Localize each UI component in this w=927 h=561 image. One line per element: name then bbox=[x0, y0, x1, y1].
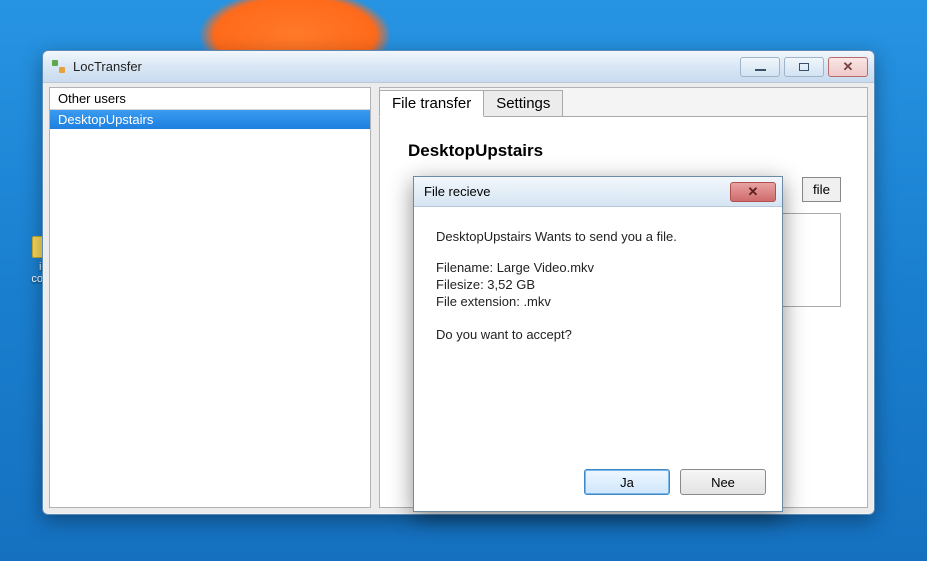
tab-settings[interactable]: Settings bbox=[483, 90, 563, 117]
close-button[interactable]: ✕ bbox=[828, 57, 868, 77]
sidebar-header: Other users bbox=[50, 88, 370, 110]
choose-file-label: file bbox=[813, 182, 830, 197]
close-icon: ✕ bbox=[748, 184, 759, 200]
file-receive-dialog: File recieve ✕ DesktopUpstairs Wants to … bbox=[413, 176, 783, 512]
peer-heading: DesktopUpstairs bbox=[408, 141, 839, 161]
filesize-label: Filesize: bbox=[436, 277, 487, 292]
tab-label: File transfer bbox=[392, 95, 471, 112]
yes-button[interactable]: Ja bbox=[584, 469, 670, 495]
dialog-title: File recieve bbox=[424, 184, 730, 199]
ext-value: .mkv bbox=[523, 294, 550, 309]
window-controls: ✕ bbox=[740, 57, 868, 77]
dialog-buttons: Ja Nee bbox=[414, 459, 782, 511]
tab-file-transfer[interactable]: File transfer bbox=[379, 90, 484, 117]
yes-label: Ja bbox=[620, 475, 634, 490]
filesize-value: 3,52 GB bbox=[487, 277, 535, 292]
maximize-button[interactable] bbox=[784, 57, 824, 77]
filename-value: Large Video.mkv bbox=[497, 260, 594, 275]
ext-label: File extension: bbox=[436, 294, 523, 309]
user-list-item[interactable]: DesktopUpstairs bbox=[50, 110, 370, 129]
close-icon: ✕ bbox=[843, 59, 854, 75]
user-list-item-label: DesktopUpstairs bbox=[58, 112, 153, 127]
user-list: DesktopUpstairs bbox=[50, 110, 370, 507]
filename-label: Filename: bbox=[436, 260, 497, 275]
dialog-titlebar[interactable]: File recieve ✕ bbox=[414, 177, 782, 207]
dialog-message: DesktopUpstairs Wants to send you a file… bbox=[436, 229, 760, 244]
minimize-button[interactable] bbox=[740, 57, 780, 77]
sidebar: Other users DesktopUpstairs bbox=[49, 87, 371, 508]
filename-row: Filename: Large Video.mkv bbox=[436, 260, 760, 275]
ext-row: File extension: .mkv bbox=[436, 294, 760, 309]
dialog-body: DesktopUpstairs Wants to send you a file… bbox=[414, 207, 782, 459]
no-label: Nee bbox=[711, 475, 735, 490]
app-icon bbox=[51, 59, 67, 75]
file-details: Filename: Large Video.mkv Filesize: 3,52… bbox=[436, 260, 760, 309]
dialog-close-button[interactable]: ✕ bbox=[730, 182, 776, 202]
titlebar[interactable]: LocTransfer ✕ bbox=[43, 51, 874, 83]
choose-file-button[interactable]: file bbox=[802, 177, 841, 202]
filesize-row: Filesize: 3,52 GB bbox=[436, 277, 760, 292]
tab-label: Settings bbox=[496, 95, 550, 112]
no-button[interactable]: Nee bbox=[680, 469, 766, 495]
dialog-question: Do you want to accept? bbox=[436, 327, 760, 342]
tabstrip: File transfer Settings bbox=[379, 87, 868, 117]
window-title: LocTransfer bbox=[73, 59, 740, 74]
